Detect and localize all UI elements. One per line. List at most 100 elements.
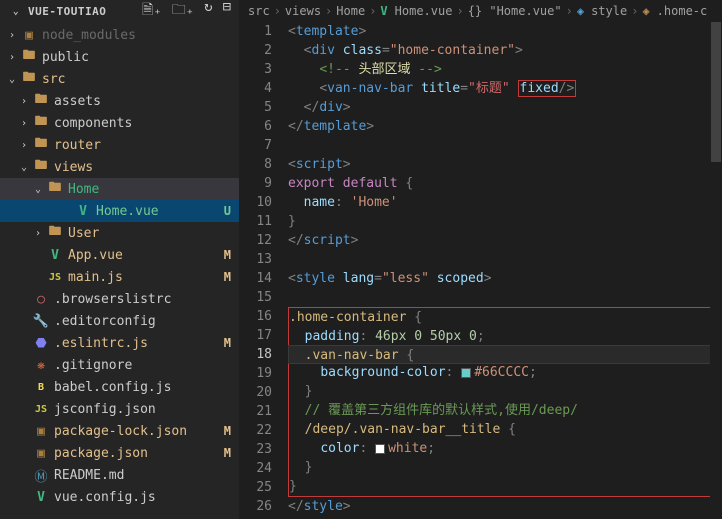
- chevron-icon[interactable]: ⌄: [16, 162, 32, 173]
- file-icon: 🖿: [32, 156, 50, 178]
- code-line[interactable]: }: [288, 212, 714, 231]
- tree-item[interactable]: ›🖿assets: [0, 90, 239, 112]
- tree-item[interactable]: ›🖿components: [0, 112, 239, 134]
- code-line[interactable]: </script>: [288, 231, 714, 250]
- file-icon: 🖿: [32, 134, 50, 156]
- code-line[interactable]: [288, 136, 714, 155]
- code-line[interactable]: <script>: [288, 155, 714, 174]
- file-icon: JS: [32, 404, 50, 415]
- code-line[interactable]: name: 'Home': [288, 193, 714, 212]
- git-status: U: [224, 204, 231, 218]
- chevron-icon[interactable]: ›: [4, 52, 20, 63]
- tree-item[interactable]: ⌄🖿views: [0, 156, 239, 178]
- code-line[interactable]: [288, 288, 714, 307]
- file-label: package.json: [54, 446, 224, 461]
- file-icon: B: [32, 382, 50, 393]
- tree-item[interactable]: Bbabel.config.js: [0, 376, 239, 398]
- tree-item[interactable]: ⌄🖿Home: [0, 178, 239, 200]
- tree-item[interactable]: VHome.vueU: [0, 200, 239, 222]
- tree-item[interactable]: ⬣.eslintrc.jsM: [0, 332, 239, 354]
- tree-item[interactable]: ›🖿router: [0, 134, 239, 156]
- tree-item[interactable]: 🔧.editorconfig: [0, 310, 239, 332]
- line-number: 7: [240, 136, 272, 155]
- code-line[interactable]: <style lang="less" scoped>: [288, 269, 714, 288]
- tree-item[interactable]: Vvue.config.js: [0, 486, 239, 508]
- line-number: 26: [240, 497, 272, 516]
- code-line[interactable]: .home-container {: [289, 308, 713, 327]
- file-icon: 🖿: [20, 46, 38, 68]
- breadcrumb-segment[interactable]: src: [248, 4, 270, 18]
- chevron-icon[interactable]: ›: [16, 118, 32, 129]
- breadcrumb-segment[interactable]: .home-c: [657, 4, 708, 18]
- tree-item[interactable]: ○.browserslistrc: [0, 288, 239, 310]
- code-line[interactable]: padding: 46px 0 50px 0;: [289, 327, 713, 346]
- chevron-icon[interactable]: ›: [4, 30, 20, 41]
- file-icon: 🖿: [20, 68, 38, 90]
- breadcrumb-segment[interactable]: views: [285, 4, 321, 18]
- tree-item[interactable]: VApp.vueM: [0, 244, 239, 266]
- line-number: 4: [240, 79, 272, 98]
- line-number: 25: [240, 478, 272, 497]
- line-gutter: 1234567891011121314151617181920212223242…: [240, 22, 288, 519]
- tree-item[interactable]: ›🖿public: [0, 46, 239, 68]
- file-label: package-lock.json: [54, 424, 224, 439]
- tree-item[interactable]: ▣package.jsonM: [0, 442, 239, 464]
- tree-item[interactable]: ⌄🖿 src: [0, 68, 239, 90]
- chevron-icon[interactable]: ›: [16, 140, 32, 151]
- tree-item[interactable]: ⓂREADME.md: [0, 464, 239, 486]
- line-number: 13: [240, 250, 272, 269]
- git-status: M: [224, 446, 231, 460]
- code-line[interactable]: <!-- 头部区域 -->: [288, 60, 714, 79]
- collapse-icon[interactable]: ⊟: [223, 0, 231, 23]
- code-line[interactable]: /deep/.van-nav-bar__title {: [289, 420, 713, 439]
- new-file-icon[interactable]: 🗎₊: [142, 0, 162, 23]
- code-line[interactable]: </style>: [288, 497, 714, 516]
- code-line[interactable]: </div>: [288, 98, 714, 117]
- code-line[interactable]: }: [289, 382, 713, 401]
- file-label: src: [42, 72, 239, 87]
- explorer-header: ⌄ VUE-TOUTIAO 🗎₊ 🗀₊ ↻ ⊟: [0, 0, 239, 22]
- breadcrumb-segment[interactable]: Home.vue: [395, 4, 453, 18]
- tree-item[interactable]: JSjsconfig.json: [0, 398, 239, 420]
- scroll-thumb[interactable]: [711, 22, 721, 162]
- code-line[interactable]: background-color: #66CCCC;: [289, 363, 713, 382]
- code-line[interactable]: [288, 250, 714, 269]
- line-number: 12: [240, 231, 272, 250]
- code-area[interactable]: <template> <div class="home-container"> …: [288, 22, 722, 519]
- refresh-icon[interactable]: ↻: [204, 0, 212, 23]
- file-icon: 🔧: [32, 314, 50, 329]
- code-line[interactable]: }: [289, 458, 713, 477]
- file-icon: V: [32, 490, 50, 505]
- chevron-down-icon[interactable]: ⌄: [8, 6, 24, 17]
- code-line[interactable]: <div class="home-container">: [288, 41, 714, 60]
- tree-item[interactable]: ›🖿User: [0, 222, 239, 244]
- breadcrumb-segment[interactable]: style: [591, 4, 627, 18]
- chevron-icon[interactable]: ›: [30, 228, 46, 239]
- breadcrumb-segment[interactable]: {} "Home.vue": [468, 4, 562, 18]
- code-line[interactable]: <van-nav-bar title="标题" fixed/>: [288, 79, 714, 98]
- chevron-icon[interactable]: ⌄: [4, 74, 20, 85]
- tree-item[interactable]: ❋.gitignore: [0, 354, 239, 376]
- code-line[interactable]: .van-nav-bar {: [288, 345, 714, 364]
- code-line[interactable]: <template>: [288, 22, 714, 41]
- file-label: babel.config.js: [54, 380, 239, 395]
- file-label: node_modules: [42, 28, 239, 43]
- explorer-sidebar: ⌄ VUE-TOUTIAO 🗎₊ 🗀₊ ↻ ⊟ ›▣node_modules›🖿…: [0, 0, 240, 519]
- git-status: M: [224, 270, 231, 284]
- breadcrumb-segment[interactable]: Home: [336, 4, 365, 18]
- scrollbar[interactable]: [710, 22, 722, 519]
- code-line[interactable]: color: white;: [289, 439, 713, 458]
- new-folder-icon[interactable]: 🗀₊: [172, 0, 194, 23]
- file-label: .eslintrc.js: [54, 336, 224, 351]
- line-number: 2: [240, 41, 272, 60]
- code-line[interactable]: </template>: [288, 117, 714, 136]
- code-line[interactable]: }: [289, 477, 713, 496]
- tree-item[interactable]: ▣package-lock.jsonM: [0, 420, 239, 442]
- code-line[interactable]: export default {: [288, 174, 714, 193]
- code-line[interactable]: // 覆盖第三方组件库的默认样式,使用/deep/: [289, 401, 713, 420]
- breadcrumb[interactable]: src›views›Home›VHome.vue›{} "Home.vue"›◈…: [240, 0, 722, 22]
- tree-item[interactable]: ›▣node_modules: [0, 24, 239, 46]
- chevron-icon[interactable]: ⌄: [30, 184, 46, 195]
- chevron-icon[interactable]: ›: [16, 96, 32, 107]
- tree-item[interactable]: JSmain.jsM: [0, 266, 239, 288]
